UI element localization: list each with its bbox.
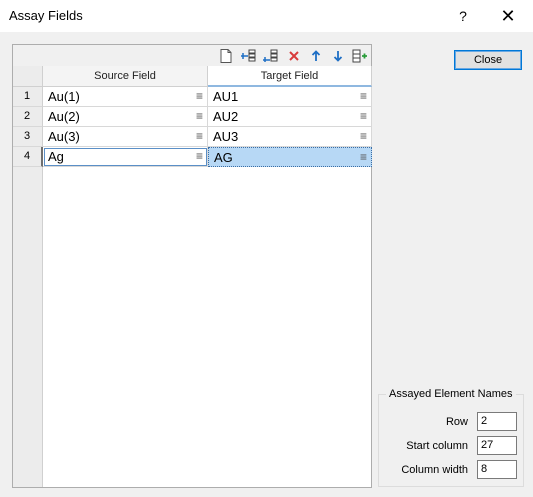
table-row: 1 Au(1) ≡ AU1 ≡ [13, 87, 372, 107]
source-field-value: Au(3) [48, 129, 80, 144]
menu-icon[interactable]: ≡ [196, 90, 203, 102]
start-column-input[interactable]: 27 [477, 436, 517, 455]
assayed-element-names-title: Assayed Element Names [386, 388, 516, 400]
row-input[interactable]: 2 [477, 412, 517, 431]
title-bar: Assay Fields ? ✕ [0, 0, 533, 32]
target-field-value: AU1 [213, 89, 239, 104]
source-field-cell[interactable]: Au(2) ≡ [43, 107, 208, 127]
target-field-cell[interactable]: AG ≡ [208, 147, 372, 167]
table-row: 3 Au(3) ≡ AU3 ≡ [13, 127, 372, 147]
grid-toolbar [13, 45, 371, 66]
menu-icon[interactable]: ≡ [360, 130, 367, 142]
row-number[interactable]: 1 [13, 87, 43, 107]
dialog-title: Assay Fields [9, 8, 83, 23]
source-field-cell[interactable]: Au(3) ≡ [43, 127, 208, 147]
menu-icon[interactable]: ≡ [196, 150, 203, 162]
title-close-button[interactable]: ✕ [497, 5, 519, 27]
add-column-icon[interactable] [351, 47, 369, 65]
menu-icon[interactable]: ≡ [360, 90, 367, 102]
row-number[interactable]: 3 [13, 127, 43, 147]
row-number[interactable]: 4 [13, 147, 43, 167]
move-down-icon[interactable] [329, 47, 347, 65]
assay-grid-panel: Source Field Target Field 1 Au(1) ≡ AU1 … [12, 44, 372, 488]
move-up-icon[interactable] [307, 47, 325, 65]
start-column-label: Start column [406, 440, 468, 452]
menu-icon[interactable]: ≡ [360, 151, 367, 163]
column-header-target-field[interactable]: Target Field [208, 66, 372, 87]
column-width-input[interactable]: 8 [477, 460, 517, 479]
source-field-cell[interactable]: Ag ≡ [43, 147, 208, 167]
grid-corner[interactable] [13, 66, 43, 87]
menu-icon[interactable]: ≡ [360, 110, 367, 122]
target-field-value: AG [214, 150, 233, 165]
menu-icon[interactable]: ≡ [196, 130, 203, 142]
source-field-cell[interactable]: Au(1) ≡ [43, 87, 208, 107]
target-field-value: AU2 [213, 109, 239, 124]
source-field-value: Au(2) [48, 109, 80, 124]
column-headers: Source Field Target Field [13, 66, 372, 87]
column-header-source-field[interactable]: Source Field [43, 66, 208, 87]
append-row-icon[interactable] [261, 47, 279, 65]
help-button[interactable]: ? [452, 5, 474, 27]
column-width-label: Column width [401, 464, 468, 476]
insert-row-icon[interactable] [239, 47, 257, 65]
source-field-value: Au(1) [48, 89, 80, 104]
source-field-value: Ag [48, 149, 64, 164]
row-number[interactable]: 2 [13, 107, 43, 127]
target-field-cell[interactable]: AU3 ≡ [208, 127, 372, 147]
table-row: 2 Au(2) ≡ AU2 ≡ [13, 107, 372, 127]
target-field-cell[interactable]: AU2 ≡ [208, 107, 372, 127]
new-icon[interactable] [217, 47, 235, 65]
delete-icon[interactable] [285, 47, 303, 65]
row-label: Row [445, 416, 468, 428]
table-row: 4 Ag ≡ AG ≡ [13, 147, 372, 167]
target-field-cell[interactable]: AU1 ≡ [208, 87, 372, 107]
target-field-value: AU3 [213, 129, 239, 144]
assay-fields-dialog: Assay Fields ? ✕ Source Field Target Fie… [0, 0, 533, 497]
menu-icon[interactable]: ≡ [196, 110, 203, 122]
close-button[interactable]: Close [454, 50, 522, 70]
